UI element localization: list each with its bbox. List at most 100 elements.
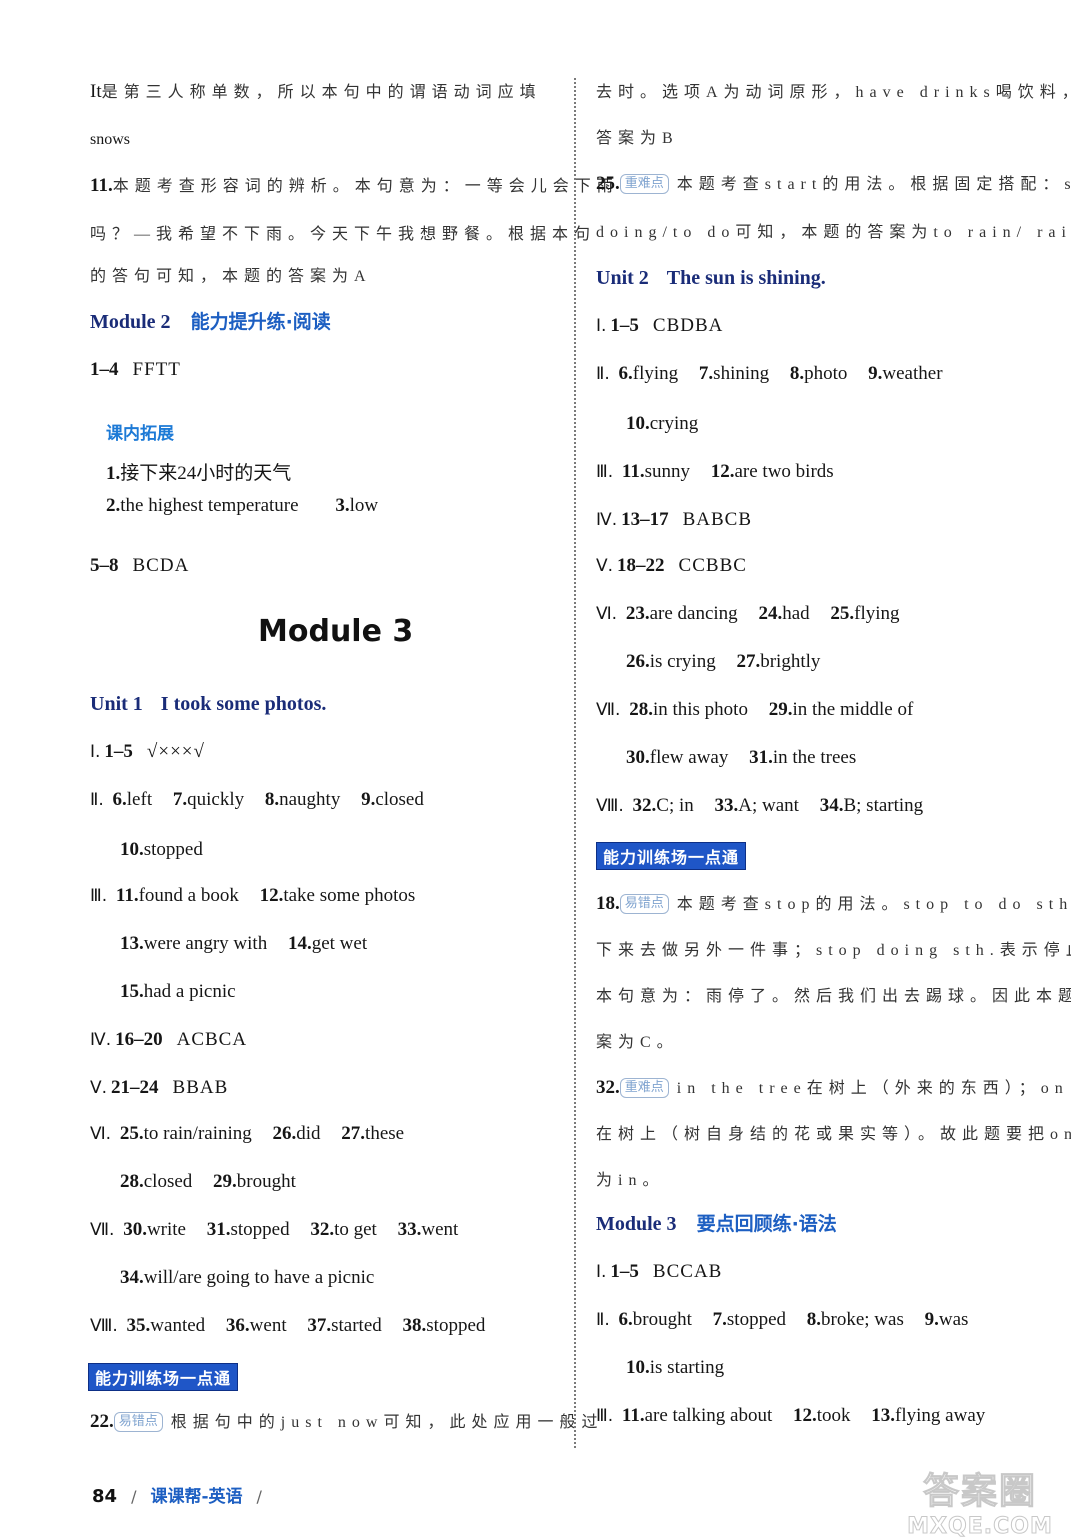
answer: in this photo xyxy=(652,699,748,720)
explanation-line: 本句意为：雨停了。然后我们出去踢球。因此本题答 xyxy=(596,984,1071,1009)
answers: FFTT xyxy=(132,359,181,380)
separator: / xyxy=(131,1487,137,1506)
range: 21–24 xyxy=(111,1077,159,1098)
range: 1–4 xyxy=(90,359,119,380)
heading-cn: 能力提升练·阅读 xyxy=(190,311,331,333)
answer: are talking about xyxy=(644,1405,773,1426)
watermark-cn: 答案圈 xyxy=(922,1471,1037,1513)
question-number: 32. xyxy=(596,1077,620,1098)
key-point-tag: 重难点 xyxy=(619,174,669,194)
text: 去时。选项A为动词原形，have drinks喝饮料，所以本题 xyxy=(596,84,1071,101)
num: 12. xyxy=(259,885,284,906)
text: doing/to do可知，本题的答案为to rain/ raining xyxy=(596,224,1071,241)
answers: CCBBC xyxy=(678,555,747,576)
column-divider xyxy=(574,78,576,1448)
explanation-line: 答案为B xyxy=(596,126,679,151)
grammar-section-3: Ⅲ. 11.are talking about 12.took 13.flyin… xyxy=(596,1404,985,1428)
roman-numeral: Ⅰ. xyxy=(90,742,101,762)
num: 38. xyxy=(402,1315,427,1336)
num: 33. xyxy=(714,795,739,816)
answer: is starting xyxy=(649,1357,725,1378)
num: 14. xyxy=(287,933,312,954)
explanation-line: 在树上（树自身结的花或果实等）。故此题要把on改 xyxy=(596,1122,1071,1147)
answers: BBAB xyxy=(172,1077,229,1098)
book-title: 课课帮-英语 xyxy=(150,1487,243,1507)
section-1: Ⅰ. 1–5 √×××√ xyxy=(90,740,205,764)
text: 本题考查形容词的辨析。本句意为：一等会儿会下雨 xyxy=(112,178,619,195)
roman-numeral: Ⅳ. xyxy=(596,510,618,530)
unit-label: Unit 2 xyxy=(596,267,649,289)
separator: / xyxy=(256,1487,262,1506)
num: 35. xyxy=(126,1315,151,1336)
roman-numeral: Ⅷ. xyxy=(596,796,624,816)
question-number: 18. xyxy=(596,893,620,914)
answer: take some photos xyxy=(283,885,416,906)
section-3: Ⅲ. 11.sunny 12.are two birds xyxy=(596,460,834,484)
text: the highest temperature xyxy=(120,495,299,516)
section-6: Ⅵ. 25.to rain/raining 26.did 27.these xyxy=(90,1122,404,1146)
watermark: 答案圈 MXQE.COM xyxy=(900,1462,1060,1539)
answer: had xyxy=(782,603,810,624)
explanation-line: It是第三人称单数，所以本句中的谓语动词应填 xyxy=(90,80,542,105)
section-3-cont: 13.were angry with 14.get wet xyxy=(120,932,367,956)
roman-numeral: Ⅴ. xyxy=(90,1078,108,1098)
extension-item: 1.接下来24小时的天气 xyxy=(106,462,291,486)
text: 的答句可知，本题的答案为A xyxy=(90,268,372,285)
range: 16–20 xyxy=(115,1029,163,1050)
num: 6. xyxy=(618,363,633,384)
num: 25. xyxy=(830,603,855,624)
explanation-line: snows xyxy=(90,131,131,148)
num: 15. xyxy=(120,981,144,1002)
text: It xyxy=(90,81,102,102)
answer: had a picnic xyxy=(143,981,236,1002)
answer: stopped xyxy=(143,839,203,860)
text: 案为C。 xyxy=(596,1034,679,1051)
text: 本句意为：雨停了。然后我们出去踢球。因此本题答 xyxy=(596,988,1071,1005)
roman-numeral: Ⅴ. xyxy=(596,556,614,576)
answer: went xyxy=(421,1219,459,1240)
section-7: Ⅶ. 30.write 31.stopped 32.to get 33.went xyxy=(90,1218,458,1242)
roman-numeral: Ⅰ. xyxy=(596,1262,607,1282)
key-point-tag: 重难点 xyxy=(619,1078,669,1098)
section-2: Ⅱ. 6.left 7.quickly 8.naughty 9.closed xyxy=(90,788,424,812)
answer: brought xyxy=(632,1309,692,1330)
answers: CBDBA xyxy=(652,315,724,336)
error-prone-tag: 易错点 xyxy=(619,894,669,914)
section-3-cont: 15.had a picnic xyxy=(120,980,236,1004)
section-8: Ⅷ. 32.C; in 33.A; want 34.B; starting xyxy=(596,794,923,818)
item-number: 1. xyxy=(106,463,121,484)
training-banner: 能力训练场一点通 xyxy=(88,1363,239,1391)
answer: found a book xyxy=(138,885,239,906)
num: 34. xyxy=(819,795,844,816)
note-22: 22. 易错点 根据句中的just now可知，此处应用一般过 xyxy=(90,1410,603,1435)
num: 36. xyxy=(225,1315,250,1336)
roman-numeral: Ⅲ. xyxy=(90,886,108,906)
section-6-cont: 28.closed 29.brought xyxy=(120,1170,296,1194)
text: 根据句中的just now可知，此处应用一般过 xyxy=(170,1414,604,1431)
num: 30. xyxy=(626,747,650,768)
section-2-cont: 10.crying xyxy=(626,412,698,436)
watermark-en: MXQE.COM xyxy=(907,1514,1053,1539)
num: 30. xyxy=(123,1219,147,1240)
answer: were angry with xyxy=(143,933,268,954)
answer: naughty xyxy=(279,789,341,810)
answer: A; want xyxy=(738,795,799,816)
num: 7. xyxy=(712,1309,727,1330)
text: 吗？—我希望不下雨。今天下午我想野餐。根据本句 xyxy=(90,226,597,243)
answer: in the middle of xyxy=(792,699,914,720)
num: 23. xyxy=(625,603,650,624)
answer: flying xyxy=(632,363,679,384)
roman-numeral: Ⅶ. xyxy=(596,700,621,720)
roman-numeral: Ⅶ. xyxy=(90,1220,115,1240)
explanation-line: 下来去做另外一件事；stop doing sth.表示停止做某事。 xyxy=(596,938,1071,963)
unit1-title: Unit 1 I took some photos. xyxy=(90,692,326,716)
num: 9. xyxy=(361,789,376,810)
heading-cn: 要点回顾练·语法 xyxy=(696,1213,837,1235)
answers: BABCB xyxy=(682,509,753,530)
training-banner: 能力训练场一点通 xyxy=(596,842,747,870)
roman-numeral: Ⅰ. xyxy=(596,316,607,336)
answer: stopped xyxy=(230,1219,290,1240)
num: 11. xyxy=(115,885,139,906)
range: 1–5 xyxy=(610,1261,639,1282)
answer: was xyxy=(938,1309,969,1330)
